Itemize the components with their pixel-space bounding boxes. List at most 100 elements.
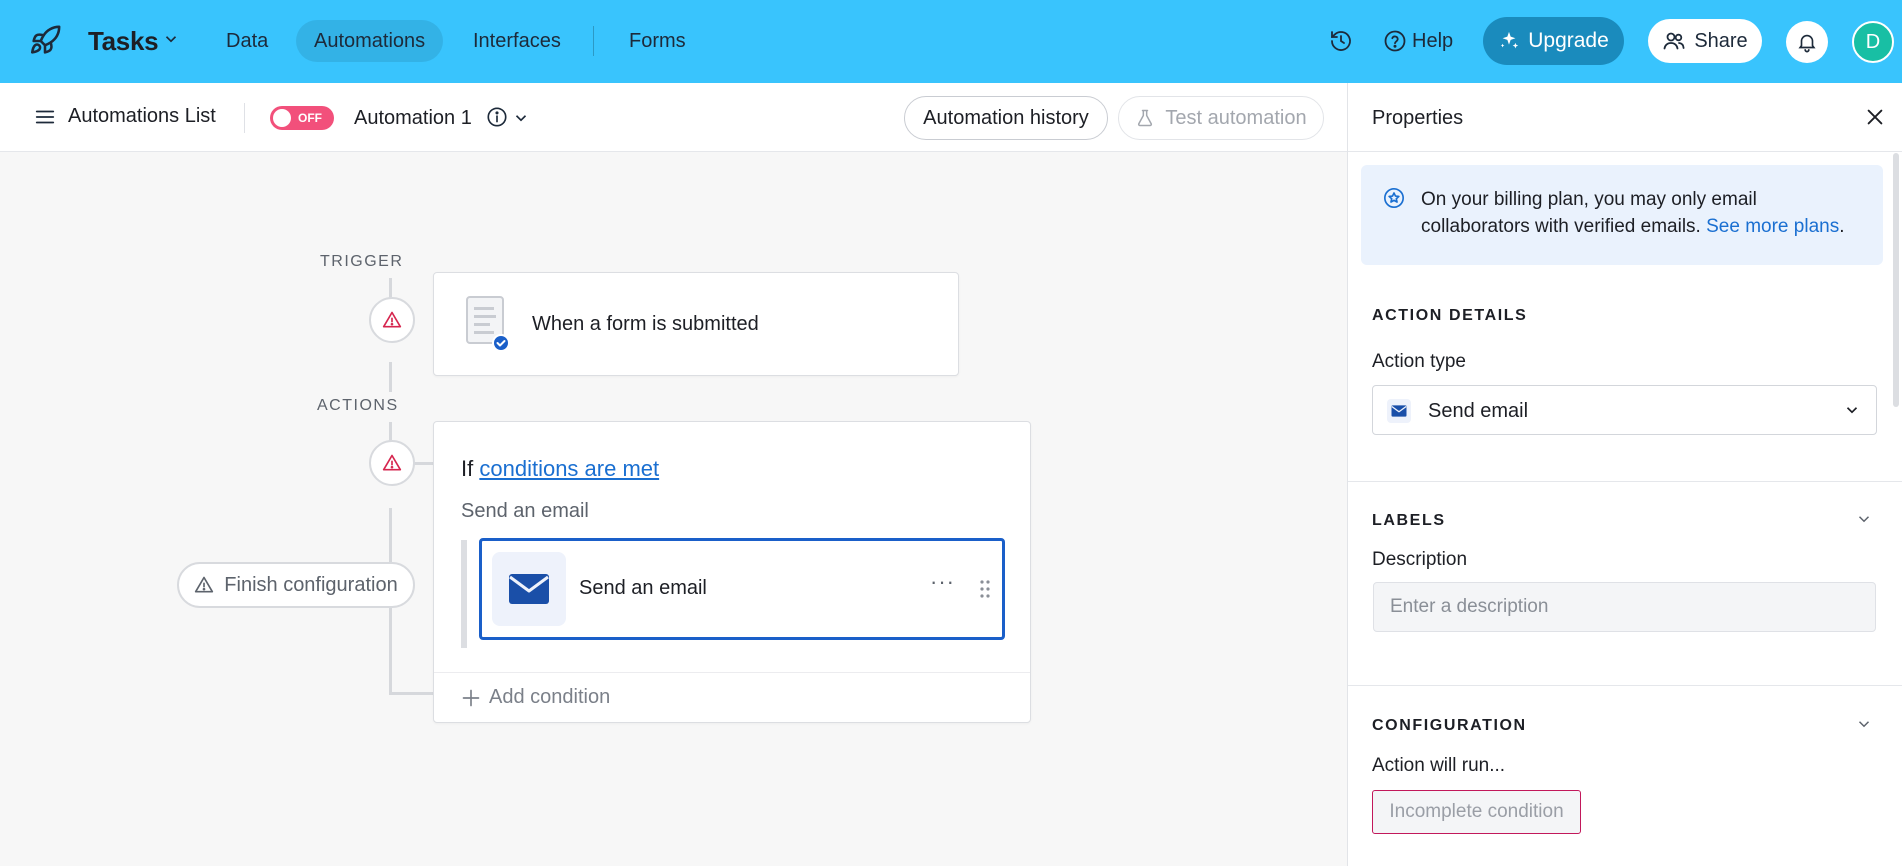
trigger-text: When a form is submitted [532, 313, 759, 335]
help-button[interactable] [1378, 24, 1412, 58]
warning-icon [382, 311, 402, 328]
plus-icon [462, 689, 480, 706]
conditions-link[interactable]: conditions are met [479, 456, 659, 481]
nav-data[interactable]: Data [208, 20, 286, 62]
close-icon[interactable] [1864, 106, 1886, 128]
automation-history-label: Automation history [923, 106, 1089, 129]
branch-bar [461, 540, 467, 648]
action-type-label: Action type [1372, 351, 1466, 372]
trigger-label: TRIGGER [320, 253, 404, 270]
connector-line [389, 362, 392, 392]
automations-list-button[interactable]: Automations List [34, 105, 216, 128]
configuration-heading: CONFIGURATION [1372, 717, 1527, 734]
card-divider [434, 672, 1030, 673]
chevron-down-icon [1846, 407, 1858, 414]
more-options-icon[interactable]: ··· [930, 569, 955, 595]
envelope-icon [509, 574, 549, 604]
panel-scrollbar[interactable] [1893, 153, 1899, 407]
connector-line [389, 692, 433, 695]
help-label[interactable]: Help [1412, 30, 1453, 53]
trigger-card[interactable]: When a form is submitted [433, 272, 959, 376]
avatar[interactable]: D [1852, 21, 1894, 63]
top-bar: Tasks Data Automations Interfaces Forms … [0, 0, 1902, 83]
upgrade-button[interactable]: Upgrade [1483, 17, 1624, 65]
incomplete-condition-button[interactable]: Incomplete condition [1372, 790, 1581, 834]
chevron-down-icon[interactable] [512, 109, 530, 127]
warning-icon [382, 454, 402, 471]
section-divider [1348, 481, 1902, 482]
nav-forms[interactable]: Forms [611, 20, 704, 62]
help-icon [1384, 30, 1406, 52]
warning-icon [195, 576, 214, 593]
action-card[interactable]: If conditions are met Send an email Send… [433, 421, 1031, 723]
nav-divider [593, 26, 594, 56]
send-email-label: Send an email [579, 577, 707, 599]
flask-icon [1138, 109, 1153, 127]
rocket-icon[interactable] [28, 24, 62, 58]
action-will-run-label: Action will run... [1372, 755, 1506, 776]
upgrade-label: Upgrade [1528, 29, 1609, 52]
drag-handle-icon[interactable] [978, 579, 992, 599]
properties-panel: Properties On your billing plan, you may… [1347, 83, 1902, 866]
action-warning-indicator[interactable] [369, 440, 415, 486]
action-details-heading: ACTION DETAILS [1372, 307, 1528, 324]
connector-line [389, 508, 392, 562]
banner-text: On your billing plan, you may only email… [1421, 186, 1861, 240]
action-type-select[interactable]: Send email [1372, 385, 1877, 435]
automation-header: Automations List OFF Automation 1 Automa… [0, 83, 1347, 152]
users-icon [1663, 32, 1685, 50]
bell-icon [1798, 34, 1816, 53]
finish-configuration-label: Finish configuration [224, 573, 398, 596]
description-label: Description [1372, 549, 1468, 570]
condition-line: If conditions are met [461, 456, 659, 482]
chevron-down-icon[interactable] [162, 30, 180, 48]
section-divider [1348, 685, 1902, 686]
labels-heading: LABELS [1372, 512, 1446, 529]
actions-label: ACTIONS [317, 397, 399, 414]
automation-history-button[interactable]: Automation history [904, 96, 1108, 140]
connector-line [389, 608, 392, 694]
form-document-icon [466, 296, 510, 352]
info-icon[interactable] [486, 106, 508, 128]
notifications-button[interactable] [1786, 21, 1828, 63]
toggle-label: OFF [298, 111, 322, 125]
see-more-plans-link[interactable]: See more plans [1706, 216, 1839, 237]
share-button[interactable]: Share [1648, 19, 1762, 63]
automation-canvas: TRIGGER ACTIONS When a form is submitted… [0, 152, 1347, 866]
send-email-action[interactable]: Send an email ··· [479, 538, 1005, 640]
automation-name[interactable]: Automation 1 [354, 107, 472, 130]
header-divider [244, 103, 245, 133]
billing-plan-banner: On your billing plan, you may only email… [1361, 165, 1883, 265]
test-automation-button[interactable]: Test automation [1118, 96, 1324, 140]
add-condition-label: Add condition [489, 686, 611, 708]
test-automation-label: Test automation [1165, 106, 1307, 129]
trigger-warning-indicator[interactable] [369, 297, 415, 343]
finish-configuration-button[interactable]: Finish configuration [177, 562, 415, 608]
action-type-value: Send email [1428, 400, 1529, 422]
history-icon [1331, 31, 1351, 51]
history-button[interactable] [1324, 24, 1358, 58]
automations-list-label: Automations List [68, 105, 216, 127]
connector-line [412, 462, 434, 465]
chevron-down-icon[interactable] [1855, 715, 1873, 733]
chevron-down-icon[interactable] [1855, 510, 1873, 528]
email-icon-tile [1387, 399, 1411, 423]
if-prefix: If [461, 456, 474, 481]
email-icon-tile [492, 552, 566, 626]
panel-title: Properties [1372, 107, 1464, 129]
incomplete-condition-label: Incomplete condition [1389, 801, 1564, 822]
toggle-knob [273, 109, 291, 127]
nav-automations[interactable]: Automations [296, 20, 444, 62]
automation-toggle[interactable]: OFF [270, 106, 334, 130]
share-label: Share [1694, 29, 1748, 52]
menu-icon [35, 110, 55, 123]
app-title[interactable]: Tasks [88, 26, 159, 57]
sparkle-icon [1500, 31, 1519, 49]
envelope-icon [1391, 405, 1407, 417]
action-group-subtitle: Send an email [461, 500, 589, 522]
banner-period: . [1839, 216, 1845, 237]
add-condition-button[interactable]: Add condition [461, 686, 610, 709]
nav-interfaces[interactable]: Interfaces [455, 20, 579, 62]
description-input[interactable] [1373, 582, 1876, 632]
star-badge-icon [1384, 188, 1404, 208]
